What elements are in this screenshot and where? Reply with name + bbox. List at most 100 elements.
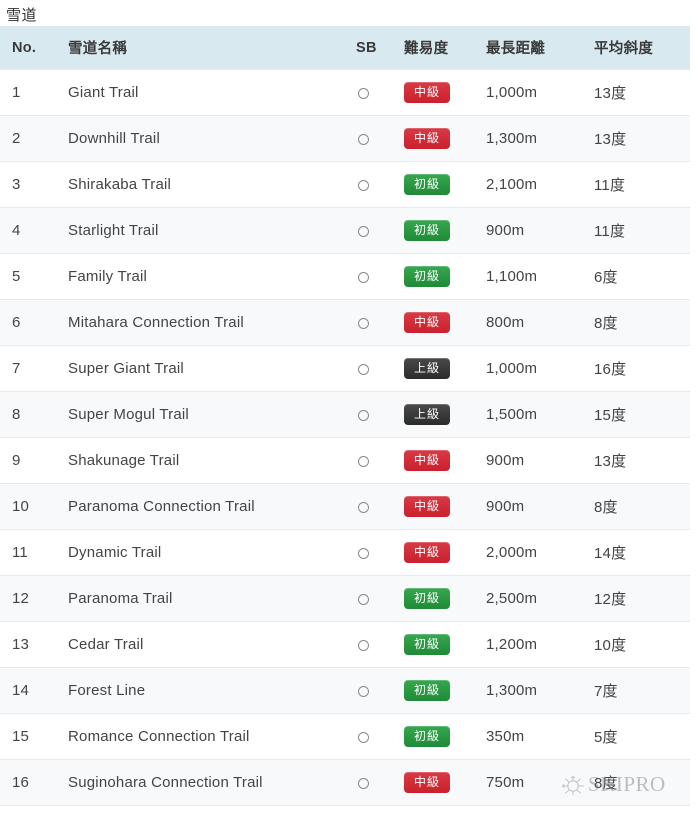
- table-row[interactable]: 14 Forest Line 初級 1,300m 7度: [0, 667, 690, 714]
- cell-no: 7: [0, 345, 54, 392]
- cell-trail-name: Super Mogul Trail: [54, 391, 346, 438]
- sb-circle-icon: [358, 363, 369, 375]
- table-row[interactable]: 11 Dynamic Trail 中級 2,000m 14度: [0, 529, 690, 576]
- cell-sb: [346, 161, 398, 208]
- cell-no: 10: [0, 483, 54, 530]
- sb-circle-icon: [358, 87, 369, 99]
- cell-slope: 15度: [590, 391, 690, 438]
- cell-difficulty: 中級: [398, 759, 480, 806]
- table-row[interactable]: 7 Super Giant Trail 上級 1,000m 16度: [0, 345, 690, 392]
- cell-trail-name: Starlight Trail: [54, 207, 346, 254]
- cell-sb: [346, 483, 398, 530]
- difficulty-badge: 初級: [404, 174, 450, 195]
- cell-difficulty: 上級: [398, 391, 480, 438]
- cell-distance: 350m: [480, 713, 590, 760]
- cell-no: 12: [0, 575, 54, 622]
- table-header-row: No. 雪道名稱 SB 難易度 最長距離 平均斜度: [0, 26, 690, 70]
- difficulty-badge: 中級: [404, 128, 450, 149]
- cell-slope: 8度: [590, 483, 690, 530]
- cell-difficulty: 初級: [398, 207, 480, 254]
- cell-difficulty: 中級: [398, 483, 480, 530]
- table-row[interactable]: 9 Shakunage Trail 中級 900m 13度: [0, 437, 690, 484]
- cell-difficulty: 中級: [398, 437, 480, 484]
- cell-no: 6: [0, 299, 54, 346]
- cell-no: 11: [0, 529, 54, 576]
- cell-slope: 8度: [590, 299, 690, 346]
- table-row[interactable]: 6 Mitahara Connection Trail 中級 800m 8度: [0, 299, 690, 346]
- cell-sb: [346, 391, 398, 438]
- table-row[interactable]: 1 Giant Trail 中級 1,000m 13度: [0, 69, 690, 116]
- cell-trail-name: Giant Trail: [54, 69, 346, 116]
- table-row[interactable]: 2 Downhill Trail 中級 1,300m 13度: [0, 115, 690, 162]
- cell-sb: [346, 667, 398, 714]
- sb-circle-icon: [358, 225, 369, 237]
- cell-trail-name: Cedar Trail: [54, 621, 346, 668]
- cell-no: 4: [0, 207, 54, 254]
- cell-distance: 2,500m: [480, 575, 590, 622]
- difficulty-badge: 中級: [404, 496, 450, 517]
- table-row[interactable]: 10 Paranoma Connection Trail 中級 900m 8度: [0, 483, 690, 530]
- cell-no: 1: [0, 69, 54, 116]
- cell-trail-name: Dynamic Trail: [54, 529, 346, 576]
- cell-distance: 1,300m: [480, 115, 590, 162]
- cell-difficulty: 初級: [398, 713, 480, 760]
- sb-circle-icon: [358, 593, 369, 605]
- table-row[interactable]: 12 Paranoma Trail 初級 2,500m 12度: [0, 575, 690, 622]
- cell-sb: [346, 713, 398, 760]
- cell-distance: 1,300m: [480, 667, 590, 714]
- cell-slope: 14度: [590, 529, 690, 576]
- cell-distance: 1,200m: [480, 621, 590, 668]
- column-header-sb: SB: [346, 26, 398, 70]
- cell-no: 16: [0, 759, 54, 806]
- sb-circle-icon: [358, 731, 369, 743]
- sb-circle-icon: [358, 271, 369, 283]
- cell-distance: 900m: [480, 483, 590, 530]
- cell-distance: 800m: [480, 299, 590, 346]
- difficulty-badge: 初級: [404, 680, 450, 701]
- cell-no: 5: [0, 253, 54, 300]
- cell-no: 2: [0, 115, 54, 162]
- cell-no: 14: [0, 667, 54, 714]
- cell-distance: 2,000m: [480, 529, 590, 576]
- sb-circle-icon: [358, 685, 369, 697]
- cell-slope: 13度: [590, 437, 690, 484]
- cell-slope: 13度: [590, 115, 690, 162]
- cell-difficulty: 初級: [398, 575, 480, 622]
- cell-no: 8: [0, 391, 54, 438]
- table-row[interactable]: 3 Shirakaba Trail 初級 2,100m 11度: [0, 161, 690, 208]
- sb-circle-icon: [358, 455, 369, 467]
- trail-list-page: 雪道 No. 雪道名稱 SB 難易度 最長距離 平均斜度 1 Giant Trai…: [0, 0, 696, 816]
- cell-trail-name: Mitahara Connection Trail: [54, 299, 346, 346]
- table-body: 1 Giant Trail 中級 1,000m 13度 2 Downhill Trail 中級…: [0, 69, 690, 806]
- cell-no: 9: [0, 437, 54, 484]
- sb-circle-icon: [358, 133, 369, 145]
- cell-distance: 1,000m: [480, 345, 590, 392]
- cell-sb: [346, 207, 398, 254]
- cell-sb: [346, 345, 398, 392]
- cell-difficulty: 上級: [398, 345, 480, 392]
- cell-sb: [346, 299, 398, 346]
- cell-slope: 11度: [590, 161, 690, 208]
- cell-distance: 900m: [480, 437, 590, 484]
- cell-sb: [346, 529, 398, 576]
- difficulty-badge: 初級: [404, 220, 450, 241]
- cell-trail-name: Romance Connection Trail: [54, 713, 346, 760]
- cell-sb: [346, 759, 398, 806]
- cell-trail-name: Suginohara Connection Trail: [54, 759, 346, 806]
- cell-trail-name: Shakunage Trail: [54, 437, 346, 484]
- table-row[interactable]: 5 Family Trail 初級 1,100m 6度: [0, 253, 690, 300]
- cell-difficulty: 中級: [398, 529, 480, 576]
- table-row[interactable]: 8 Super Mogul Trail 上級 1,500m 15度: [0, 391, 690, 438]
- table-row[interactable]: 15 Romance Connection Trail 初級 350m 5度: [0, 713, 690, 760]
- cell-no: 3: [0, 161, 54, 208]
- cell-sb: [346, 253, 398, 300]
- difficulty-badge: 初級: [404, 588, 450, 609]
- cell-trail-name: Forest Line: [54, 667, 346, 714]
- table-row[interactable]: 16 Suginohara Connection Trail 中級 750m 8度: [0, 759, 690, 806]
- table-row[interactable]: 13 Cedar Trail 初級 1,200m 10度: [0, 621, 690, 668]
- difficulty-badge: 中級: [404, 312, 450, 333]
- table-row[interactable]: 4 Starlight Trail 初級 900m 11度: [0, 207, 690, 254]
- cell-no: 15: [0, 713, 54, 760]
- cell-slope: 11度: [590, 207, 690, 254]
- cell-sb: [346, 115, 398, 162]
